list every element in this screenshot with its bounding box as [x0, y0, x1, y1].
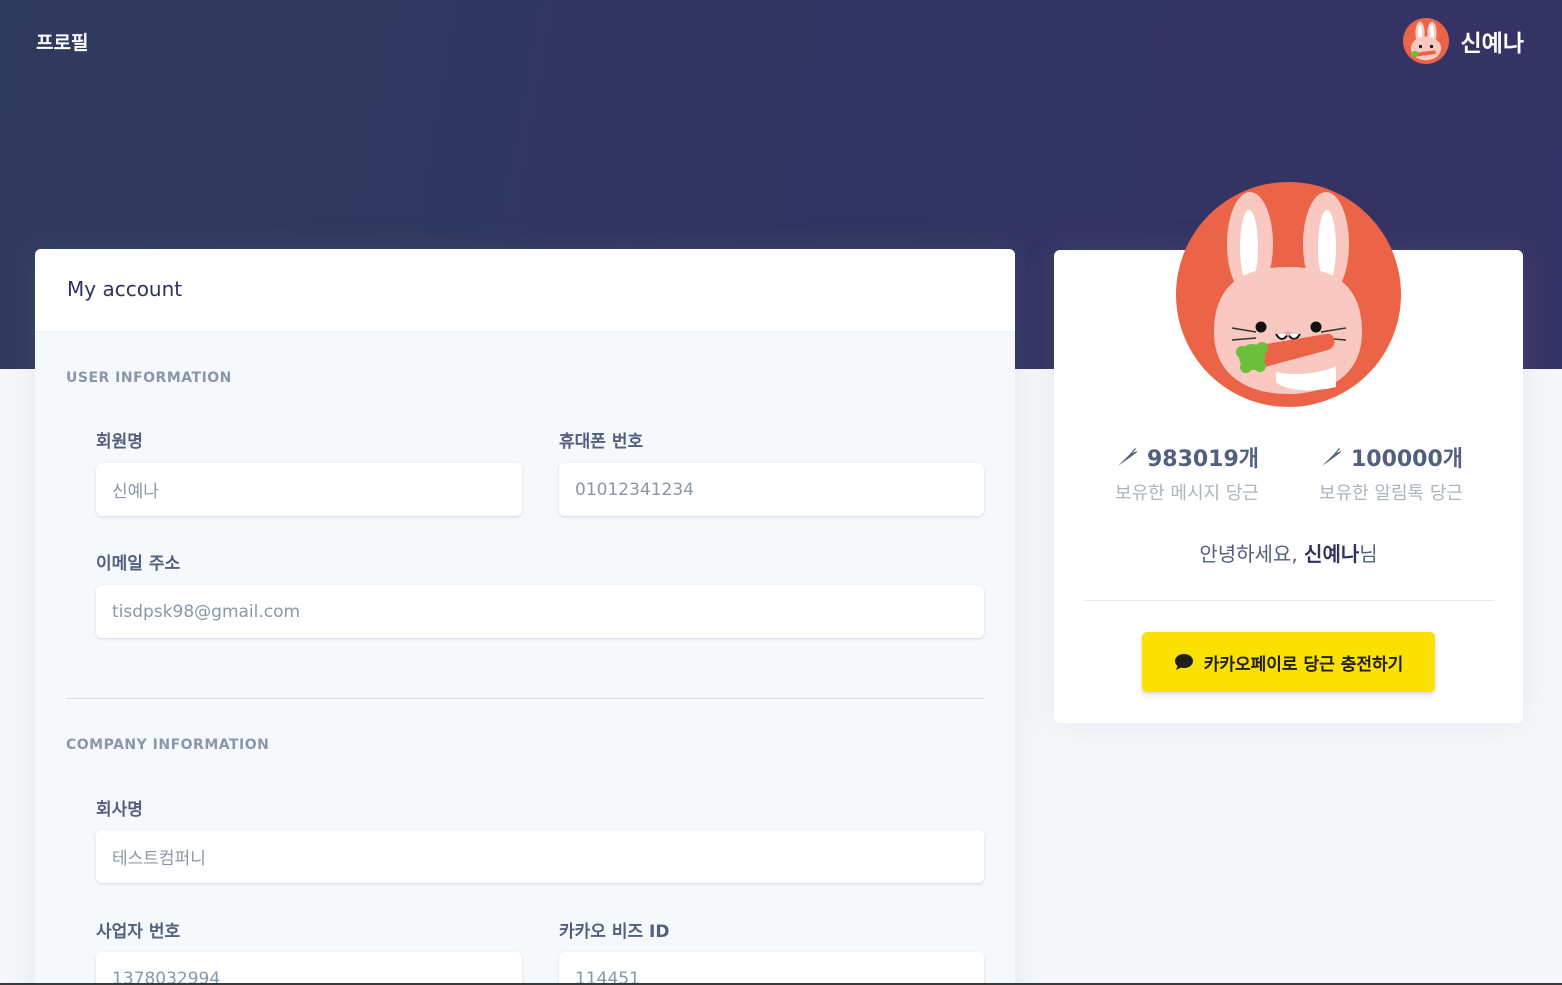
greeting-suffix: 님: [1359, 542, 1378, 566]
company-name-input[interactable]: [96, 830, 984, 883]
company-name-label: 회사명: [96, 800, 143, 820]
chat-bubble-icon: [1174, 654, 1193, 670]
alimtalk-carrot-count: 100000개: [1350, 447, 1464, 472]
carrot-icon: [1321, 448, 1341, 466]
email-label: 이메일 주소: [96, 554, 181, 574]
greeting-text: 안녕하세요, 신예나님: [1054, 538, 1523, 567]
kakaopay-charge-button[interactable]: 카카오페이로 당근 충전하기: [1142, 632, 1435, 692]
account-card-header: My account: [35, 249, 1015, 332]
page-title: 프로필: [36, 32, 89, 54]
user-name: 신예나: [1460, 31, 1524, 57]
kakaopay-charge-label: 카카오페이로 당근 충전하기: [1203, 654, 1404, 675]
member-name-input[interactable]: [96, 463, 522, 516]
phone-number-input[interactable]: [559, 463, 984, 516]
greeting-name: 신예나: [1304, 542, 1360, 566]
account-card: My account USER INFORMATION 회원명 휴대폰 번호 이…: [35, 249, 1015, 985]
profile-avatar: [1176, 182, 1401, 407]
rabbit-avatar-icon: [1176, 182, 1401, 407]
greeting-prefix: 안녕하세요,: [1199, 542, 1305, 566]
message-carrot-label: 보유한 메시지 당근: [1115, 483, 1259, 504]
message-carrot-stat: 983019개 보유한 메시지 당근: [1092, 441, 1282, 505]
alimtalk-carrot-stat: 100000개 보유한 알림톡 당근: [1296, 441, 1486, 505]
user-menu[interactable]: 신예나: [1402, 18, 1524, 64]
profile-divider: [1085, 600, 1493, 601]
carrot-icon: [1117, 448, 1137, 466]
business-number-input[interactable]: [96, 952, 522, 985]
account-card-title: My account: [67, 277, 183, 301]
section-divider: [66, 698, 984, 699]
user-information-heading: USER INFORMATION: [66, 370, 232, 386]
business-number-label: 사업자 번호: [96, 922, 181, 942]
company-information-heading: COMPANY INFORMATION: [66, 737, 270, 753]
message-carrot-count: 983019개: [1146, 447, 1260, 472]
email-input[interactable]: [96, 585, 984, 638]
phone-number-label: 휴대폰 번호: [559, 432, 644, 452]
alimtalk-carrot-label: 보유한 알림톡 당근: [1319, 483, 1463, 504]
kakao-biz-id-label: 카카오 비즈 ID: [559, 922, 670, 942]
kakao-biz-id-input[interactable]: [559, 952, 984, 985]
member-name-label: 회원명: [96, 432, 143, 452]
user-avatar: [1402, 18, 1449, 64]
